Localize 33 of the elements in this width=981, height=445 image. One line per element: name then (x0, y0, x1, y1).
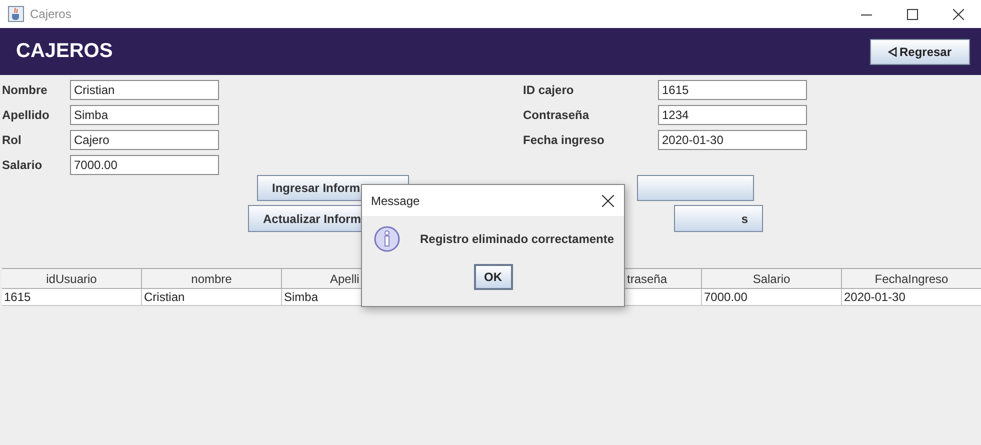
dialog-message: Registro eliminado correctamente (420, 232, 614, 246)
page-title: CAJEROS (16, 40, 113, 63)
column-header[interactable]: Salario (702, 269, 842, 289)
input-field[interactable]: 7000.00 (70, 155, 219, 175)
coffee-cup-icon (8, 6, 24, 22)
field-label: ID cajero (523, 83, 575, 97)
action-button[interactable]: s (674, 205, 763, 232)
field-label: Contraseña (523, 108, 590, 122)
field-label: Fecha ingreso (523, 133, 606, 147)
window-title: Cajeros (30, 7, 72, 21)
input-field[interactable]: Cristian (70, 80, 219, 100)
table-cell: Cristian (142, 289, 282, 306)
back-button[interactable]: Regresar (870, 38, 970, 64)
triangle-icon (888, 46, 898, 56)
ok-button[interactable]: OK (474, 264, 512, 290)
table-cell: 2020-01-30 (842, 289, 981, 306)
column-header[interactable]: idUsuario (2, 269, 142, 289)
field-label: Apellido (2, 108, 50, 122)
column-header[interactable]: nombre (142, 269, 282, 289)
column-header[interactable]: FechaIngreso (842, 269, 981, 289)
field-label: Rol (2, 133, 22, 147)
table-cell: 1615 (2, 289, 142, 306)
input-field[interactable]: 1234 (658, 105, 807, 125)
input-field[interactable]: 2020-01-30 (658, 130, 807, 150)
close-icon[interactable] (602, 194, 614, 206)
action-button[interactable] (637, 175, 754, 201)
input-field[interactable]: Simba (70, 105, 219, 125)
info-icon (374, 226, 400, 252)
input-field[interactable]: Cajero (70, 130, 219, 150)
table-cell: 7000.00 (702, 289, 842, 306)
field-label: Nombre (2, 83, 48, 97)
field-label: Salario (2, 158, 44, 172)
input-field[interactable]: 1615 (658, 80, 807, 100)
